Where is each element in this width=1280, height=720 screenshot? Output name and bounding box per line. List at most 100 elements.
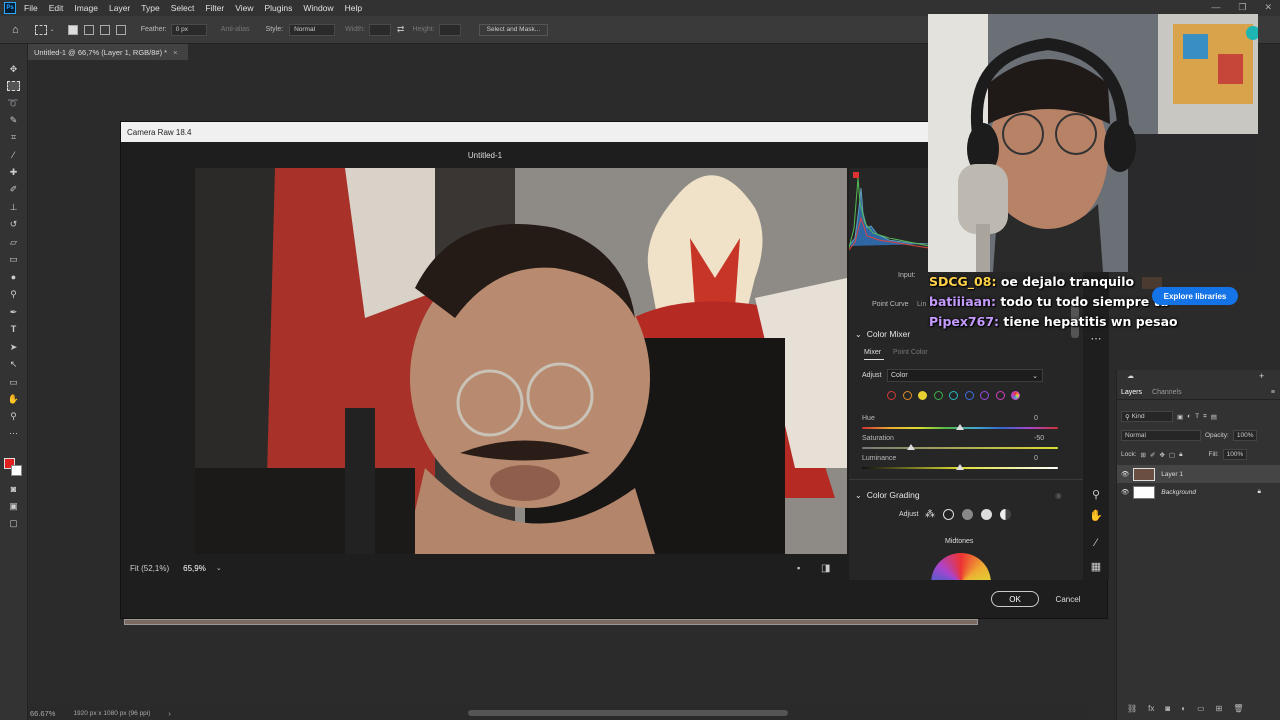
saturation-slider[interactable]	[862, 447, 1058, 449]
zoom-level-select[interactable]: 65,9%	[183, 564, 206, 573]
fx-icon[interactable]: fx	[1148, 704, 1154, 713]
horizontal-scrollbar[interactable]	[468, 710, 788, 716]
highlights-icon[interactable]	[981, 509, 992, 520]
hand-icon[interactable]: ✋	[1089, 509, 1103, 523]
luminance-slider-thumb[interactable]	[956, 464, 964, 470]
add-icon[interactable]: +	[1259, 371, 1264, 381]
pixel-filter-icon[interactable]: ▣	[1177, 413, 1183, 421]
layer-name[interactable]: Background	[1161, 489, 1196, 496]
before-after-icon[interactable]: ◨	[821, 563, 830, 574]
document-tab[interactable]: Untitled-1 @ 66,7% (Layer 1, RGB/8#) * ×	[28, 44, 188, 60]
midtones-color-wheel[interactable]	[931, 553, 991, 580]
menu-image[interactable]: Image	[74, 3, 98, 13]
menu-edit[interactable]: Edit	[49, 3, 64, 13]
more-tools-icon[interactable]: ⋯	[7, 428, 20, 438]
explore-libraries-button[interactable]: Explore libraries	[1152, 287, 1238, 305]
visibility-eye-icon[interactable]: 👁︎	[1121, 488, 1129, 496]
rect-marquee-tool-icon[interactable]	[7, 81, 20, 91]
eyedropper-tool-icon[interactable]: ⁄	[7, 150, 20, 160]
dodge-tool-icon[interactable]: ⚲	[7, 289, 20, 299]
path-select-tool-icon[interactable]: ➤	[7, 342, 20, 352]
blend-mode-select[interactable]: Normal	[1121, 430, 1201, 441]
fit-zoom-button[interactable]: Fit (52,1%)	[130, 564, 169, 573]
adjust-filter-icon[interactable]: ◐	[1187, 413, 1191, 420]
home-icon[interactable]: ⌂	[12, 24, 19, 36]
close-window-icon[interactable]: ✕	[1264, 2, 1272, 13]
point-color-tab[interactable]: Point Color	[893, 349, 928, 356]
quick-select-tool-icon[interactable]: ✎	[7, 115, 20, 125]
saturation-slider-thumb[interactable]	[907, 444, 915, 450]
hand-tool-icon[interactable]: ✋	[7, 394, 20, 404]
three-way-icon[interactable]: ⁂	[925, 509, 935, 520]
maximize-icon[interactable]: ❐	[1238, 2, 1246, 13]
lock-move-icon[interactable]: ✥	[1159, 451, 1164, 459]
quick-mask-icon[interactable]: ◙	[7, 484, 20, 494]
grid-icon[interactable]: ▦	[1089, 560, 1103, 574]
feather-input[interactable]: 0 px	[170, 23, 207, 36]
lock-all-icon[interactable]: 🔒︎	[1179, 451, 1182, 459]
fill-input[interactable]: 100%	[1222, 449, 1248, 460]
color-mixer-header[interactable]: ⌄ Color Mixer	[855, 329, 910, 339]
type-filter-icon[interactable]: T	[1195, 413, 1199, 420]
smart-filter-icon[interactable]: ▤	[1211, 413, 1217, 421]
adjustment-icon[interactable]: ◐	[1181, 704, 1186, 713]
color-swatch[interactable]	[887, 391, 896, 400]
saturation-value[interactable]: -50	[1034, 435, 1044, 442]
panel-menu-icon[interactable]: ≡	[1271, 389, 1275, 396]
more-options-icon[interactable]: ⋯	[1089, 332, 1103, 346]
antialias-checkbox[interactable]: Anti-alias	[221, 26, 250, 33]
menu-filter[interactable]: Filter	[205, 3, 224, 13]
point-curve-mode[interactable]: Lin	[917, 301, 926, 308]
menu-help[interactable]: Help	[345, 3, 362, 13]
global-icon[interactable]	[1000, 509, 1011, 520]
eraser-tool-icon[interactable]: ▱	[7, 237, 20, 247]
shape-tool-icon[interactable]: ▭	[7, 377, 20, 387]
new-layer-icon[interactable]: ⊞	[1216, 704, 1223, 713]
color-swatch[interactable]	[902, 391, 912, 400]
mixer-tab[interactable]: Mixer	[864, 349, 881, 356]
menu-window[interactable]: Window	[303, 3, 333, 13]
tab-layers[interactable]: Layers	[1121, 389, 1142, 396]
camera-raw-preview-image[interactable]	[195, 168, 847, 554]
intersect-selection-icon[interactable]	[115, 24, 126, 35]
cancel-button[interactable]: Cancel	[1046, 591, 1090, 607]
menu-type[interactable]: Type	[141, 3, 159, 13]
color-swatch[interactable]	[1011, 391, 1020, 400]
menu-select[interactable]: Select	[171, 3, 195, 13]
visibility-eye-icon[interactable]: ◉	[1055, 491, 1062, 500]
shape-filter-icon[interactable]: ⌗	[1203, 413, 1207, 421]
color-swatch[interactable]	[964, 391, 974, 400]
history-brush-tool-icon[interactable]: ↺	[7, 219, 20, 229]
pen-tool-icon[interactable]: ✒	[7, 307, 20, 317]
menu-layer[interactable]: Layer	[109, 3, 130, 13]
doc-info[interactable]: 1920 px x 1080 px (96 ppi)	[73, 710, 150, 717]
layer-row-background[interactable]: 👁︎ Background 🔒︎	[1117, 483, 1280, 501]
sampler-icon[interactable]: ⁄	[1089, 536, 1103, 550]
zoom-icon[interactable]: ⚲	[1089, 488, 1103, 502]
healing-brush-tool-icon[interactable]: ✚	[7, 167, 20, 177]
mask-icon[interactable]: ◙	[1165, 704, 1170, 713]
zoom-chevron-down-icon[interactable]: ⌄	[216, 564, 222, 572]
color-grading-header[interactable]: ⌄ Color Grading	[855, 490, 920, 500]
adjust-select[interactable]: Color ⌄	[887, 369, 1043, 382]
edit-toolbar-icon[interactable]: ▢	[7, 518, 20, 528]
select-and-mask-button[interactable]: Select and Mask...	[478, 23, 549, 36]
type-tool-icon[interactable]: T	[7, 324, 20, 334]
menu-file[interactable]: File	[24, 3, 38, 13]
visibility-eye-icon[interactable]: 👁︎	[1121, 470, 1129, 478]
height-input[interactable]	[438, 23, 461, 36]
group-icon[interactable]: ▭	[1197, 704, 1205, 713]
hue-slider-thumb[interactable]	[956, 424, 964, 430]
lock-brush-icon[interactable]: ✐	[1150, 451, 1155, 459]
layer-row-layer1[interactable]: 👁︎ Layer 1	[1117, 465, 1280, 483]
status-chevron-icon[interactable]: ›	[168, 709, 171, 718]
gradient-tool-icon[interactable]: ▭	[7, 254, 20, 264]
zoom-tool-icon[interactable]: ⚲	[7, 411, 20, 421]
brush-tool-icon[interactable]: ✐	[7, 184, 20, 194]
cloud-icon[interactable]: ☁	[1127, 372, 1134, 380]
add-selection-icon[interactable]	[83, 24, 94, 35]
background-color-swatch[interactable]	[11, 465, 22, 476]
zoom-readout[interactable]: 66.67%	[30, 709, 55, 718]
midtones-icon[interactable]	[962, 509, 973, 520]
lasso-tool-icon[interactable]: ➰	[7, 98, 20, 108]
